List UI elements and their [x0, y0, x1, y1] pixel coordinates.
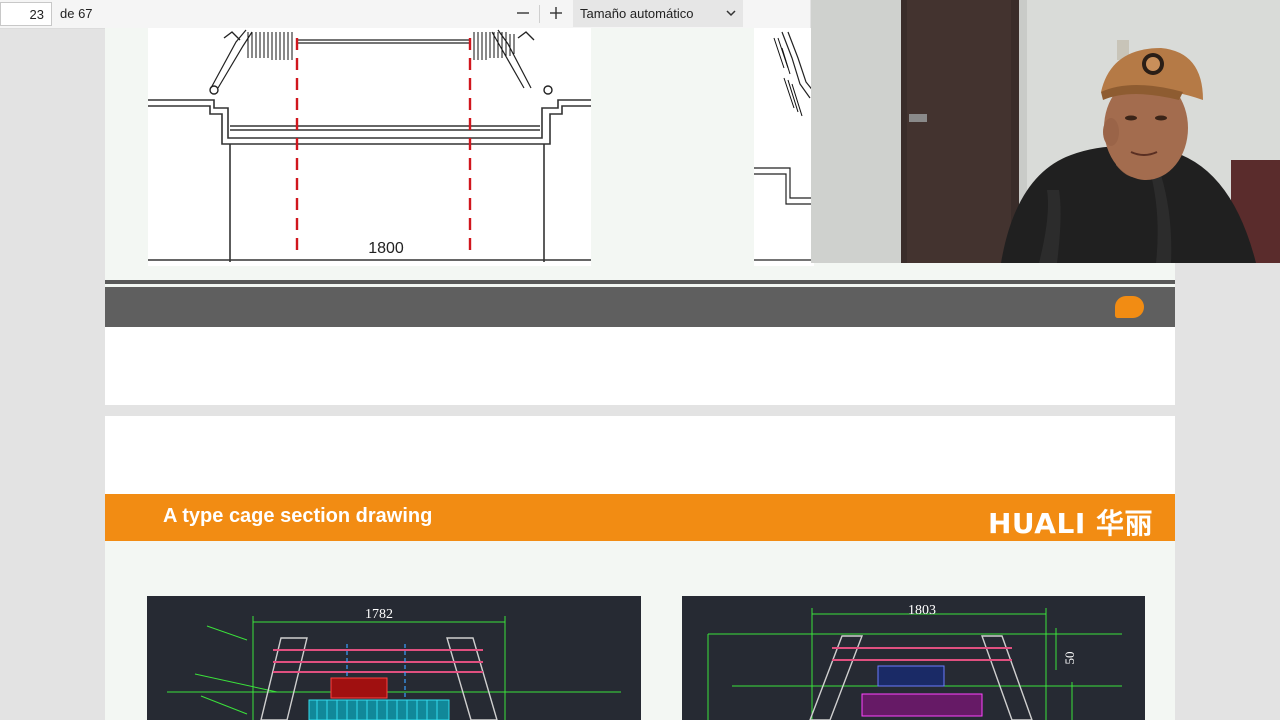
- pdf-page-current: A type cage section drawing HUALI 华丽 178…: [105, 416, 1175, 720]
- cage-section-drawing: 1800: [148, 28, 591, 266]
- zoom-out-button[interactable]: [512, 2, 534, 24]
- page-number-input[interactable]: [0, 2, 52, 26]
- cad-right-dimension: 1803: [908, 603, 936, 618]
- zoom-select[interactable]: Tamaño automático: [573, 0, 743, 27]
- huali-logo: HUALI 华丽: [988, 507, 1153, 540]
- page-total-label: de 67: [60, 6, 93, 21]
- webcam-overlay: [811, 0, 1280, 263]
- cad-left-dimension: 1782: [365, 607, 393, 622]
- zoom-select-label: Tamaño automático: [580, 6, 694, 21]
- page-top-blank: [105, 416, 1175, 494]
- drawing-dimension-label: 1800: [368, 240, 404, 257]
- page-blank-area: [105, 327, 1175, 405]
- section-title: A type cage section drawing: [163, 505, 433, 527]
- cage-section-drawing-secondary: [754, 28, 815, 266]
- toolbar-separator: [539, 5, 540, 23]
- pdf-toolbar: de 67 Tamaño automático: [0, 0, 810, 29]
- cad-drawing-left: 1782: [147, 596, 641, 720]
- header-band: [105, 287, 1175, 327]
- cad-right-side-dimension: 50: [1062, 652, 1077, 665]
- minus-icon: [517, 12, 529, 14]
- zoom-in-button[interactable]: [545, 2, 567, 24]
- cad-drawing-right: 1803 50: [682, 596, 1145, 720]
- webcam-video-frame: [811, 0, 1280, 263]
- brand-bubble-icon: [1115, 296, 1144, 318]
- header-band-line: [105, 280, 1175, 284]
- section-header-bar: A type cage section drawing HUALI 华丽: [105, 494, 1175, 541]
- chevron-down-icon: [726, 10, 736, 17]
- plus-icon: [550, 7, 562, 19]
